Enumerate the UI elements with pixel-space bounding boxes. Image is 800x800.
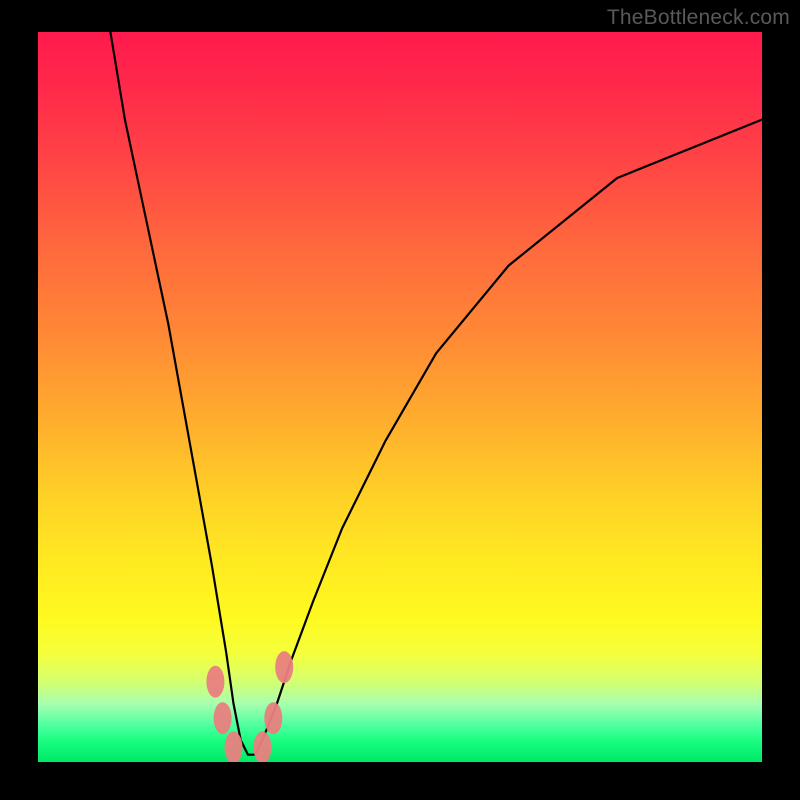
curve-marker xyxy=(253,731,271,762)
marker-group xyxy=(206,651,293,762)
curve-marker xyxy=(206,666,224,698)
curve-marker xyxy=(225,731,243,762)
watermark-text: TheBottleneck.com xyxy=(607,6,790,30)
curve-marker xyxy=(275,651,293,683)
curve-marker xyxy=(264,702,282,734)
curve-layer xyxy=(38,32,762,762)
bottleneck-curve xyxy=(110,32,762,755)
chart-frame: TheBottleneck.com xyxy=(0,0,800,800)
curve-marker xyxy=(214,702,232,734)
plot-area xyxy=(38,32,762,762)
